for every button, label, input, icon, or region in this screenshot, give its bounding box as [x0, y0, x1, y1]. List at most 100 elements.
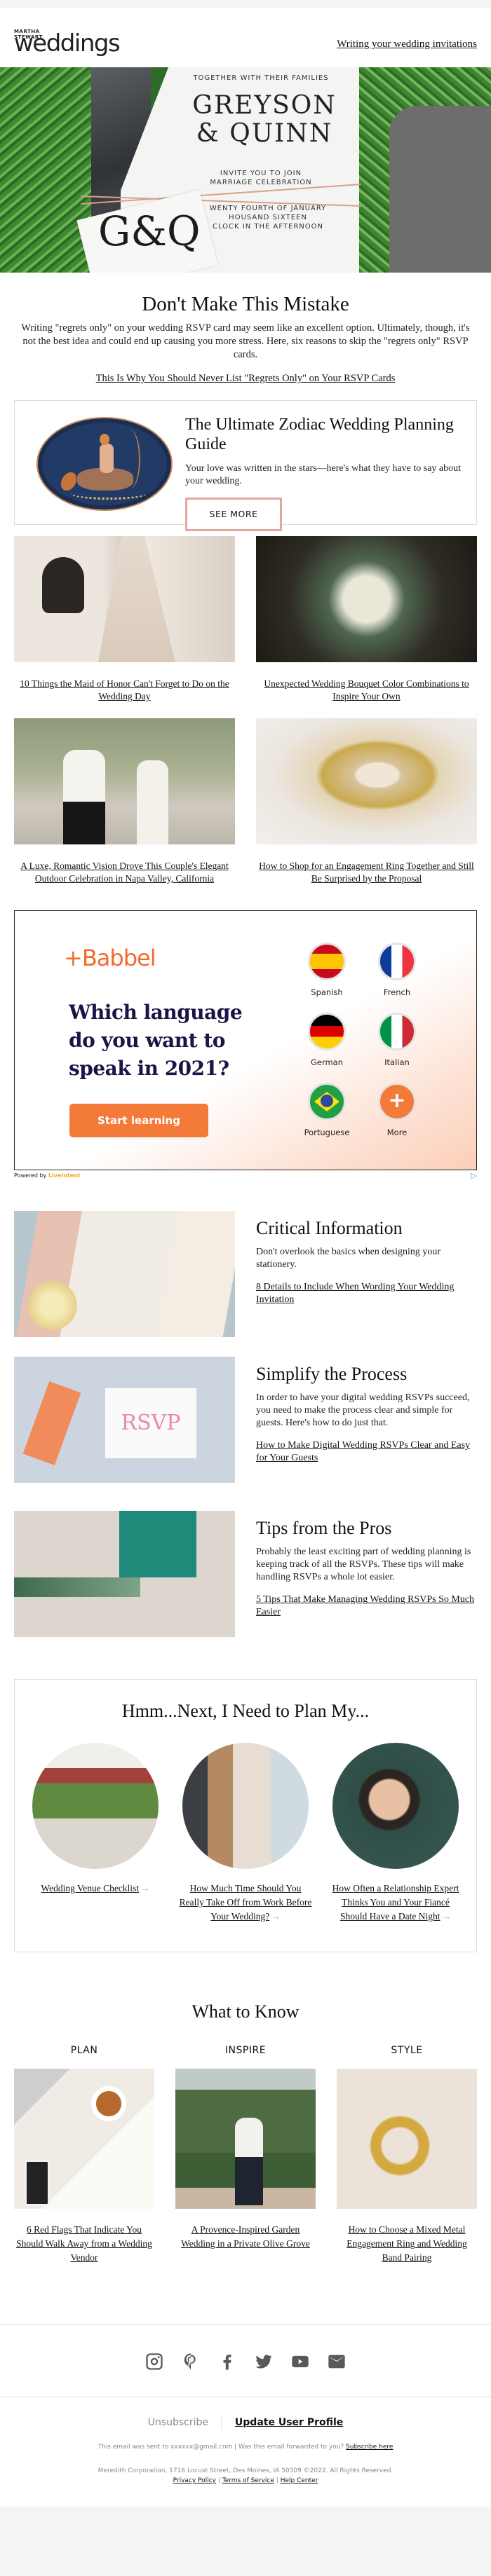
article-link[interactable]: How to Shop for an Engagement Ring Toget… [256, 860, 477, 885]
page-bottom [0, 2507, 491, 2516]
feature-text: Critical Information Don't overlook the … [256, 1211, 477, 1337]
intro-body: Writing "regrets only" on your wedding R… [21, 322, 470, 360]
article-link[interactable]: 10 Things the Maid of Honor Can't Forget… [14, 678, 235, 703]
wtk-image-style[interactable] [337, 2069, 477, 2209]
spain-flag-icon [308, 943, 346, 980]
zodiac-title: The Ultimate Zodiac Wedding Planning Gui… [185, 416, 454, 453]
plan-caption: How Often a Relationship Expert Thinks Y… [329, 1882, 462, 1924]
instagram-icon[interactable] [144, 2352, 164, 2371]
article-card: Unexpected Wedding Bouquet Color Combina… [256, 536, 477, 703]
feature-image-stationery[interactable] [14, 1211, 235, 1337]
language-option-french[interactable]: French [362, 943, 432, 997]
start-learning-button[interactable]: Start learning [69, 1104, 208, 1137]
intro-article-link[interactable]: This Is Why You Should Never List "Regre… [96, 373, 396, 385]
feature-title: Tips from the Pros [256, 1518, 392, 1538]
plan-link[interactable]: How Much Time Should You Really Take Off… [180, 1883, 312, 1921]
privacy-policy-link[interactable]: Privacy Policy [173, 2477, 216, 2484]
update-profile-link[interactable]: Update User Profile [235, 2417, 343, 2428]
what-to-know-section: What to Know PLAN 6 Red Flags That Indic… [0, 1952, 491, 2265]
centaur-torso [100, 444, 114, 473]
category-label: PLAN [70, 2045, 98, 2056]
arrow-right-icon: → [441, 1911, 451, 1921]
plan-title: Hmm...Next, I Need to Plan My... [121, 1701, 370, 1721]
babbel-ad[interactable]: +Babbel Which language do you want to sp… [14, 910, 477, 1170]
article-image-maid-of-honor[interactable] [14, 536, 235, 662]
feature-body: Probably the least exciting part of wedd… [256, 1547, 471, 1582]
arrow-right-icon: → [140, 1883, 150, 1893]
feature-row: Tips from the Pros Probably the least ex… [0, 1511, 491, 1637]
feature-image-envelopes[interactable] [14, 1511, 235, 1637]
plan-image-time-off[interactable] [182, 1743, 309, 1869]
plan-link[interactable]: How Often a Relationship Expert Thinks Y… [332, 1883, 459, 1921]
wtk-link[interactable]: 6 Red Flags That Indicate You Should Wal… [14, 2223, 154, 2265]
article-image-bouquet[interactable] [256, 536, 477, 662]
terms-of-service-link[interactable]: Terms of Service [222, 2477, 274, 2484]
email-icon[interactable] [327, 2352, 347, 2371]
language-label: French [383, 987, 411, 997]
plan-image-date-night[interactable] [332, 1743, 459, 1869]
sagittarius-illustration[interactable] [38, 418, 171, 509]
article-image-engagement-ring[interactable] [256, 718, 477, 844]
feature-row: Critical Information Don't overlook the … [0, 1211, 491, 1337]
article-link[interactable]: A Luxe, Romantic Vision Drove This Coupl… [14, 860, 235, 885]
feature-text: Simplify the Process In order to have yo… [256, 1357, 477, 1483]
category-label: STYLE [391, 2045, 423, 2056]
wtk-link[interactable]: A Provence-Inspired Garden Wedding in a … [175, 2223, 316, 2251]
footer-account-links: Unsubscribe Update User Profile [0, 2397, 491, 2430]
help-center-link[interactable]: Help Center [281, 2477, 318, 2484]
babbel-logo: +Babbel [64, 945, 156, 971]
logo-wordmark: weddings [14, 29, 121, 57]
feature-link[interactable]: How to Make Digital Wedding RSVPs Clear … [256, 1439, 477, 1465]
italy-flag-icon [378, 1013, 416, 1050]
feature-text: Tips from the Pros Probably the least ex… [256, 1511, 477, 1637]
invite-line-1: INVITE YOU TO JOIN [220, 170, 302, 177]
see-more-button[interactable]: SEE MORE [185, 498, 282, 531]
wtk-link[interactable]: How to Choose a Mixed Metal Engagement R… [337, 2223, 477, 2265]
plan-caption: Wedding Venue Checklist → [29, 1882, 162, 1896]
feature-image-rsvp[interactable] [14, 1357, 235, 1483]
wtk-image-inspire[interactable] [175, 2069, 316, 2209]
language-option-spanish[interactable]: Spanish [292, 943, 362, 997]
header-topic-link[interactable]: Writing your wedding invitations [337, 39, 477, 50]
feature-link[interactable]: 8 Details to Include When Wording Your W… [256, 1281, 477, 1306]
powered-by[interactable]: Powered by LiveIntent [14, 1172, 81, 1179]
france-flag-icon [378, 943, 416, 980]
youtube-icon[interactable] [290, 2352, 310, 2371]
article-card: 10 Things the Maid of Honor Can't Forget… [14, 536, 235, 703]
plan-caption: How Much Time Should You Really Take Off… [179, 1882, 312, 1924]
what-to-know-card: INSPIRE A Provence-Inspired Garden Weddi… [175, 2045, 316, 2265]
ad-headline: Which language do you want to speak in 2… [69, 1001, 243, 1080]
adchoices-icon[interactable]: ▷ [471, 1171, 477, 1180]
wtk-image-plan[interactable] [14, 2069, 154, 2209]
footer-padding [0, 2486, 491, 2507]
feature-row: Simplify the Process In order to have yo… [0, 1357, 491, 1483]
language-option-german[interactable]: German [292, 1013, 362, 1067]
unsubscribe-link[interactable]: Unsubscribe [148, 2417, 208, 2428]
plan-image-venue[interactable] [32, 1743, 159, 1869]
plan-my-section: Hmm...Next, I Need to Plan My... Wedding… [14, 1679, 477, 1952]
hero-image[interactable]: TOGETHER WITH THEIR FAMILIES GREYSON & Q… [0, 67, 491, 273]
language-option-more[interactable]: + More [362, 1083, 432, 1137]
article-image-napa-couple[interactable] [14, 718, 235, 844]
pinterest-icon[interactable] [181, 2352, 201, 2371]
zodiac-content: The Ultimate Zodiac Wedding Planning Gui… [185, 415, 465, 531]
brazil-flag-icon [308, 1083, 346, 1121]
monogram: G&Q [98, 207, 201, 255]
language-option-italian[interactable]: Italian [362, 1013, 432, 1067]
arrow-right-icon: → [271, 1911, 281, 1921]
plan-link[interactable]: Wedding Venue Checklist [41, 1883, 139, 1893]
intro-title: Don't Make This Mistake [142, 293, 349, 315]
feature-link[interactable]: 5 Tips That Make Managing Wedding RSVPs … [256, 1594, 477, 1619]
brand-logo[interactable]: MARTHA STEWART weddings [14, 29, 121, 57]
language-option-portuguese[interactable]: Portuguese [292, 1083, 362, 1137]
what-to-know-title: What to Know [191, 2001, 300, 2022]
email-page: MARTHA STEWART weddings Writing your wed… [0, 8, 491, 2507]
facebook-icon[interactable] [217, 2352, 237, 2371]
article-link[interactable]: Unexpected Wedding Bouquet Color Combina… [256, 678, 477, 703]
link-separator [221, 2416, 222, 2430]
article-grid-row: 10 Things the Maid of Honor Can't Forget… [0, 536, 491, 703]
twitter-icon[interactable] [254, 2352, 274, 2371]
language-label: German [310, 1057, 344, 1067]
subscribe-here-link[interactable]: Subscribe here [346, 2444, 393, 2451]
language-label: Spanish [311, 987, 343, 997]
